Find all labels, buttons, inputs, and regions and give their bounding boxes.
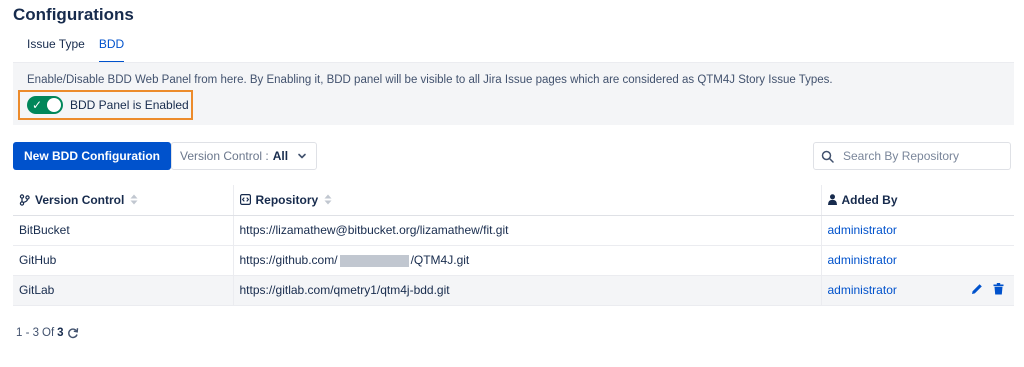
column-header-version-control-label: Version Control bbox=[35, 192, 125, 207]
pagination-total: 3 bbox=[57, 327, 64, 339]
bdd-panel-toggle-wrap: ✓ BDD Panel is Enabled bbox=[18, 90, 193, 120]
table-row: GitLab https://gitlab.com/qmetry1/qtm4j-… bbox=[13, 275, 1014, 306]
added-by-link[interactable]: administrator bbox=[828, 253, 897, 267]
cell-version-control: GitLab bbox=[13, 275, 233, 306]
tab-bdd[interactable]: BDD bbox=[98, 37, 125, 63]
column-header-added-by-label: Added By bbox=[841, 192, 898, 207]
added-by-link[interactable]: administrator bbox=[828, 283, 897, 297]
tab-issue-type[interactable]: Issue Type bbox=[27, 37, 85, 63]
refresh-icon[interactable] bbox=[67, 327, 79, 339]
table-row: GitHub https://github.com/ /QTM4J.git adm… bbox=[13, 245, 1014, 276]
user-icon bbox=[827, 194, 837, 206]
bdd-panel-description: Enable/Disable BDD Web Panel from here. … bbox=[27, 74, 833, 86]
redacted-block bbox=[339, 254, 409, 267]
chevron-down-icon bbox=[298, 153, 306, 159]
tab-bar: Issue Type BDD bbox=[27, 37, 138, 63]
search-box bbox=[813, 142, 1011, 170]
row-actions bbox=[971, 283, 1004, 295]
cell-repository: https://gitlab.com/qmetry1/qtm4j-bdd.git bbox=[232, 275, 821, 306]
bdd-panel-box: Enable/Disable BDD Web Panel from here. … bbox=[13, 63, 1014, 125]
new-bdd-configuration-button[interactable]: New BDD Configuration bbox=[13, 142, 171, 170]
repository-suffix: /QTM4J.git bbox=[410, 253, 470, 267]
table-row: BitBucket https://lizamathew@bitbucket.o… bbox=[13, 215, 1014, 246]
added-by-link[interactable]: administrator bbox=[828, 223, 897, 237]
cell-repository: https://github.com/ /QTM4J.git bbox=[232, 245, 821, 276]
table-header-row: Version Control Repository Added By bbox=[13, 185, 1014, 216]
trash-icon[interactable] bbox=[993, 283, 1004, 295]
sort-icon bbox=[130, 194, 138, 205]
bdd-panel-toggle[interactable]: ✓ bbox=[27, 96, 63, 114]
configurations-table: Version Control Repository Added By BitB… bbox=[13, 185, 1014, 306]
version-control-select[interactable]: Version Control : All bbox=[171, 142, 318, 170]
bdd-panel-toggle-label: BDD Panel is Enabled bbox=[70, 98, 189, 112]
search-icon bbox=[821, 150, 834, 163]
code-icon bbox=[239, 194, 251, 206]
check-icon: ✓ bbox=[32, 98, 43, 112]
pagination-range: 1 - 3 bbox=[16, 327, 40, 339]
version-control-value: All bbox=[272, 149, 289, 163]
column-header-repository-label: Repository bbox=[255, 192, 319, 207]
page-title: Configurations bbox=[13, 5, 134, 24]
column-header-version-control[interactable]: Version Control bbox=[13, 185, 233, 216]
cell-version-control: GitHub bbox=[13, 245, 233, 276]
cell-version-control: BitBucket bbox=[13, 215, 233, 246]
sort-icon bbox=[324, 194, 332, 205]
repository-prefix: https://github.com/ bbox=[239, 253, 338, 267]
cell-added-by: administrator bbox=[820, 275, 1014, 306]
pagination-of: Of bbox=[42, 327, 55, 339]
column-header-repository[interactable]: Repository bbox=[232, 185, 821, 216]
git-branch-icon bbox=[19, 194, 30, 206]
toggle-knob bbox=[47, 98, 61, 112]
search-input[interactable] bbox=[843, 149, 1003, 163]
cell-repository: https://lizamathew@bitbucket.org/lizamat… bbox=[232, 215, 821, 246]
pagination: 1 - 3 Of 3 bbox=[16, 327, 79, 339]
cell-added-by: administrator bbox=[820, 245, 1014, 276]
version-control-label: Version Control : bbox=[180, 149, 269, 163]
column-header-added-by: Added By bbox=[820, 185, 1014, 216]
edit-icon[interactable] bbox=[971, 283, 983, 295]
cell-added-by: administrator bbox=[820, 215, 1014, 246]
